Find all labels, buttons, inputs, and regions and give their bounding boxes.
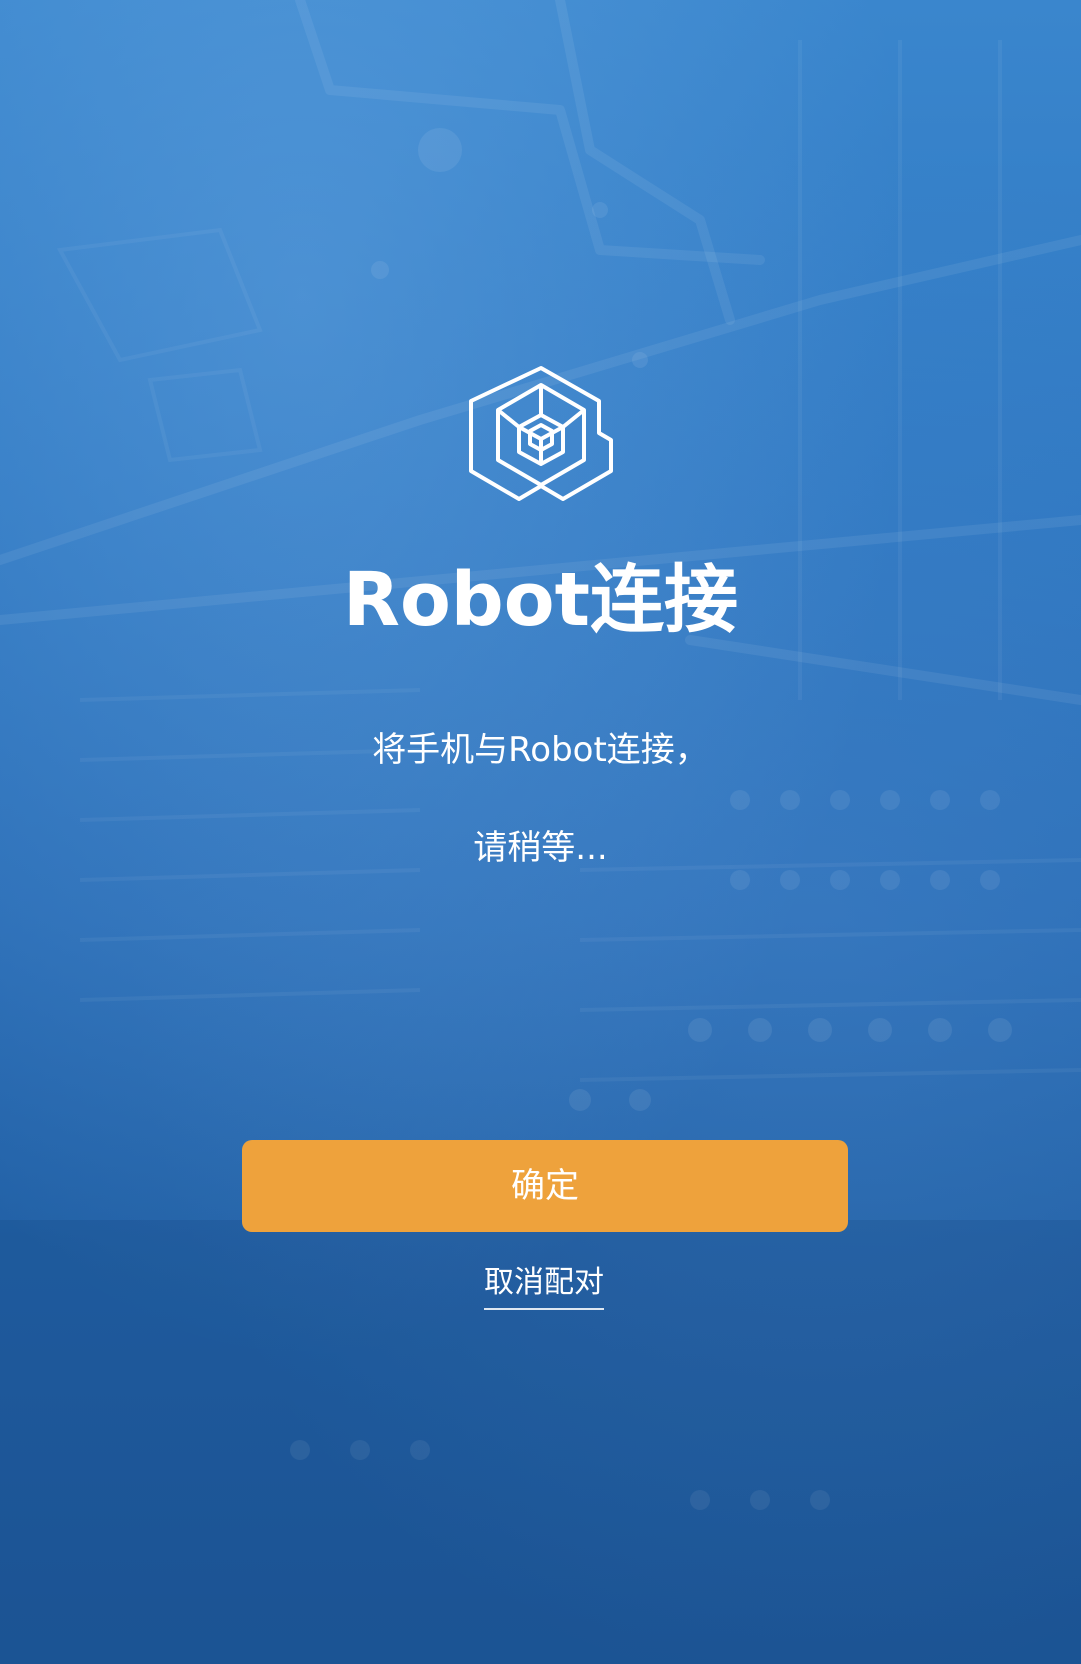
cancel-pairing-link[interactable]: 取消配对 <box>484 1262 604 1310</box>
robot-connect-screen: Robot连接 将手机与Robot连接， 请稍等... 确定 取消配对 <box>0 0 1081 1664</box>
page-title: Robot连接 <box>342 557 738 643</box>
confirm-button[interactable]: 确定 <box>242 1140 848 1232</box>
hexagon-cube-logo-icon <box>469 366 613 501</box>
connect-message: 将手机与Robot连接， <box>372 730 709 770</box>
wait-message: 请稍等... <box>473 828 608 868</box>
